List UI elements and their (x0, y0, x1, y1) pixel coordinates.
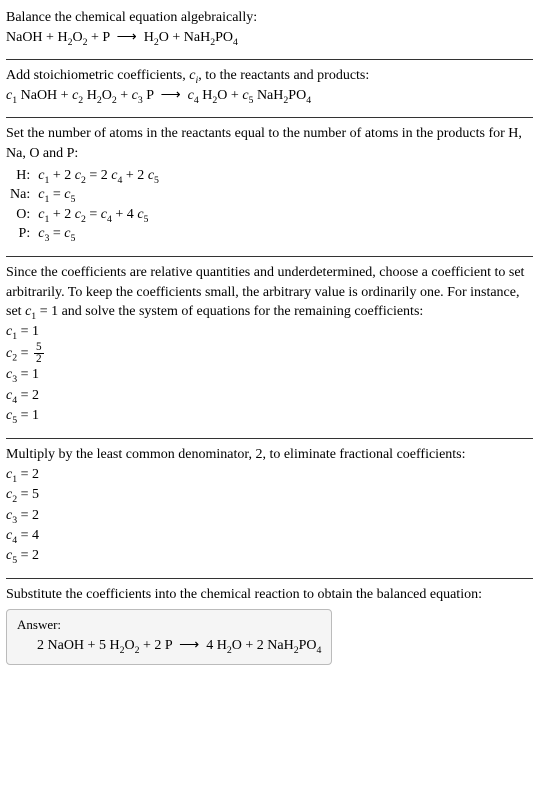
table-row: P: c3 = c5 (6, 224, 163, 244)
coeff-value: c4 = 2 (6, 386, 533, 406)
section-solve: Since the coefficients are relative quan… (6, 259, 533, 436)
divider (6, 578, 533, 579)
element-label: O: (6, 205, 34, 225)
intro-text: Balance the chemical equation algebraica… (6, 8, 533, 28)
atom-balance-intro: Set the number of atoms in the reactants… (6, 124, 533, 163)
result-intro: Substitute the coefficients into the che… (6, 585, 533, 605)
stoich-intro: Add stoichiometric coefficients, ci, to … (6, 66, 533, 86)
answer-label: Answer: (17, 616, 321, 634)
element-label: P: (6, 224, 34, 244)
unbalanced-equation: NaOH + H2O2 + P ⟶ H2O + NaH2PO4 (6, 28, 533, 48)
divider (6, 117, 533, 118)
section-result: Substitute the coefficients into the che… (6, 581, 533, 674)
balanced-equation: 2 NaOH + 5 H2O2 + 2 P ⟶ 4 H2O + 2 NaH2PO… (17, 636, 321, 656)
table-row: O: c1 + 2 c2 = c4 + 4 c5 (6, 205, 163, 225)
table-row: Na: c1 = c5 (6, 185, 163, 205)
table-row: H: c1 + 2 c2 = 2 c4 + 2 c5 (6, 166, 163, 186)
element-equation: c1 = c5 (34, 185, 163, 205)
section-intro: Balance the chemical equation algebraica… (6, 4, 533, 57)
lcd-intro: Multiply by the least common denominator… (6, 445, 533, 465)
section-atom-balance: Set the number of atoms in the reactants… (6, 120, 533, 254)
divider (6, 59, 533, 60)
coeff-list: c1 = 2 c2 = 5 c3 = 2 c4 = 4 c5 = 2 (6, 465, 533, 566)
coeff-value: c1 = 1 (6, 322, 533, 342)
solve-intro: Since the coefficients are relative quan… (6, 263, 533, 322)
coeff-equation: c1 NaOH + c2 H2O2 + c3 P ⟶ c4 H2O + c5 N… (6, 86, 533, 106)
atom-balance-table: H: c1 + 2 c2 = 2 c4 + 2 c5 Na: c1 = c5 O… (6, 166, 163, 244)
coeff-value: c3 = 2 (6, 506, 533, 526)
element-label: H: (6, 166, 34, 186)
element-label: Na: (6, 185, 34, 205)
answer-box: Answer: 2 NaOH + 5 H2O2 + 2 P ⟶ 4 H2O + … (6, 609, 332, 665)
coeff-value: c2 = 52 (6, 342, 533, 365)
coeff-value: c1 = 2 (6, 465, 533, 485)
divider (6, 438, 533, 439)
section-lcd: Multiply by the least common denominator… (6, 441, 533, 576)
coeff-value: c5 = 2 (6, 546, 533, 566)
element-equation: c1 + 2 c2 = 2 c4 + 2 c5 (34, 166, 163, 186)
divider (6, 256, 533, 257)
section-stoich: Add stoichiometric coefficients, ci, to … (6, 62, 533, 115)
coeff-value: c4 = 4 (6, 526, 533, 546)
element-equation: c1 + 2 c2 = c4 + 4 c5 (34, 205, 163, 225)
coeff-value: c2 = 5 (6, 485, 533, 505)
element-equation: c3 = c5 (34, 224, 163, 244)
coeff-value: c5 = 1 (6, 406, 533, 426)
coeff-value: c3 = 1 (6, 365, 533, 385)
coeff-list: c1 = 1 c2 = 52 c3 = 1 c4 = 2 c5 = 1 (6, 322, 533, 427)
